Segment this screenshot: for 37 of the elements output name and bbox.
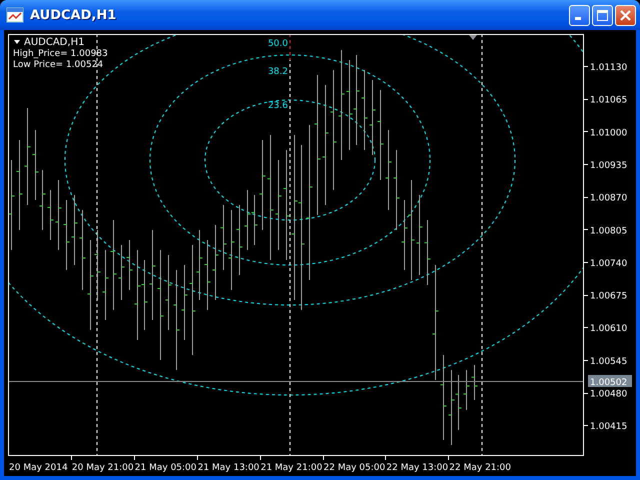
time-axis-label: 22 May 05:00 — [324, 463, 386, 473]
price-axis-label: 1.01065 — [590, 96, 628, 106]
window-title: AUDCAD,H1 — [30, 8, 118, 22]
price-axis-label: 1.00675 — [590, 292, 628, 302]
price-axis-label: 1.01000 — [590, 128, 628, 138]
price-axis-label: 1.00610 — [590, 324, 628, 334]
current-price-tag: 1.00502 — [588, 375, 632, 388]
time-axis-label: 22 May 13:00 — [386, 463, 448, 473]
close-button[interactable] — [615, 4, 636, 26]
level-label: 38.2 — [268, 67, 288, 77]
time-axis-label: 21 May 13:00 — [198, 463, 260, 473]
dropdown-triangle-icon[interactable] — [14, 40, 20, 44]
price-axis-label: 1.00545 — [590, 356, 628, 367]
price-axis-label: 1.01130 — [590, 63, 628, 73]
price-axis-label: 1.00870 — [590, 194, 628, 204]
info-text: Low Price= 1.00524 — [13, 60, 104, 70]
info-text: High_Price= 1.00983 — [13, 49, 108, 59]
level-label: 23.6 — [268, 101, 288, 111]
price-axis-label: 1.00740 — [590, 258, 628, 269]
time-axis-label: 20 May 2014 — [9, 463, 68, 473]
time-axis-label: 20 May 21:00 — [72, 463, 134, 473]
time-axis-label: 21 May 21:00 — [260, 463, 322, 473]
maximize-icon — [596, 8, 609, 22]
price-axis-label: 1.00935 — [590, 160, 628, 171]
minimize-icon — [575, 17, 581, 20]
price-axis-label: 1.00415 — [590, 422, 628, 432]
maximize-button[interactable] — [592, 4, 613, 26]
minimize-button[interactable] — [569, 4, 590, 26]
price-axis-label: 1.00480 — [590, 390, 628, 400]
time-axis-label: 22 May 21:00 — [449, 463, 512, 473]
shift-marker-icon — [469, 35, 477, 40]
symbol-label: AUDCAD,H1 — [24, 37, 84, 48]
close-icon — [620, 10, 631, 20]
chart-window-icon — [6, 7, 24, 23]
time-axis-label: 21 May 05:00 — [134, 463, 197, 473]
level-label: 50.0 — [268, 39, 288, 49]
price-axis-label: 1.00805 — [590, 226, 628, 236]
